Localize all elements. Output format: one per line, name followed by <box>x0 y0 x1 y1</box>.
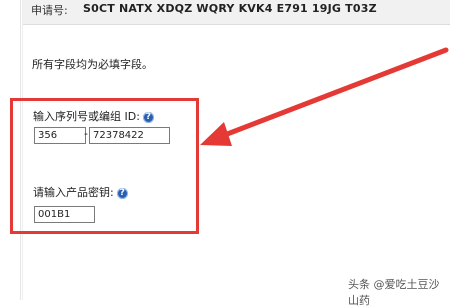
serial-number-label-row: 输入序列号或编组 ID:? <box>33 108 154 124</box>
help-icon[interactable]: ? <box>116 187 128 199</box>
product-key-label: 请输入产品密钥: <box>33 186 114 199</box>
help-icon[interactable]: ? <box>142 111 154 123</box>
application-number-bar: 申请号: S0CT NATX XDQZ WQRY KVK4 E791 19JG … <box>23 0 450 25</box>
serial-number-label: 输入序列号或编组 ID: <box>33 110 140 123</box>
watermark: 头条 @爱吃土豆沙山药 <box>348 278 440 307</box>
product-key-label-row: 请输入产品密钥:? <box>33 184 128 200</box>
application-number-label: 申请号: <box>31 4 68 17</box>
product-key-input[interactable] <box>34 206 95 223</box>
required-fields-note: 所有字段均为必填字段。 <box>32 58 153 71</box>
serial-prefix-input[interactable] <box>34 127 86 144</box>
serial-separator: - <box>84 127 88 140</box>
application-number-value: S0CT NATX XDQZ WQRY KVK4 E791 19JG T03Z <box>83 2 377 15</box>
serial-number-input[interactable] <box>89 127 170 144</box>
